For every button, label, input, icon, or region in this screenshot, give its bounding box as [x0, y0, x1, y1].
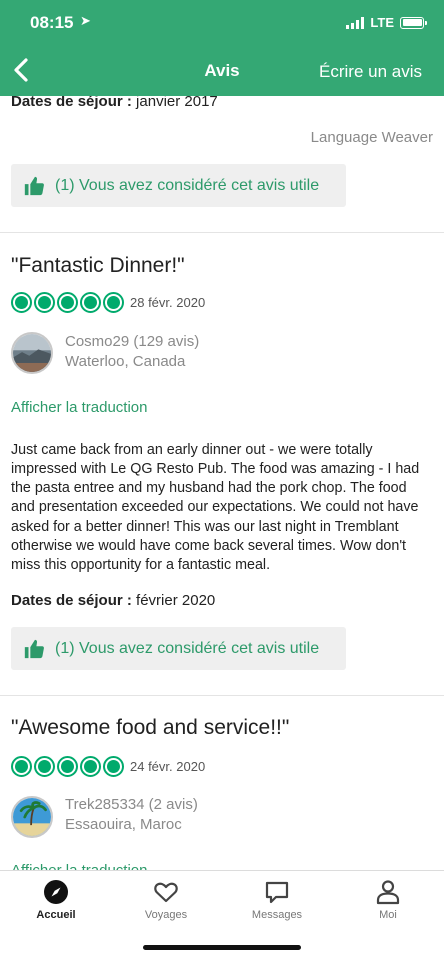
tab-accueil[interactable]: Accueil: [6, 879, 106, 921]
tab-label: Moi: [379, 909, 397, 921]
reviews-list[interactable]: Dates de séjour : janvier 2017 Language …: [0, 96, 444, 870]
divider: [0, 232, 444, 233]
avatar-photo: [13, 334, 51, 372]
review-date: 24 févr. 2020: [130, 759, 206, 774]
helpful-button[interactable]: (1) Vous avez considéré cet avis utile: [11, 164, 346, 207]
reviewer-name[interactable]: Cosmo29 (129 avis): [65, 333, 199, 350]
rating-bubble-icon: [80, 292, 101, 313]
thumbs-up-icon: [24, 639, 44, 658]
compass-icon: [44, 880, 68, 904]
status-indicators: LTE: [346, 15, 427, 30]
rating-bubble-icon: [103, 292, 124, 313]
thumbs-up-icon: [24, 176, 44, 195]
tab-label: Voyages: [144, 909, 188, 921]
reviewer-name[interactable]: Trek285334 (2 avis): [65, 796, 198, 813]
top-bar: 08:15 ➤ LTE Avis Écrire un avis: [0, 0, 444, 96]
battery-icon: [400, 16, 427, 29]
rating-bubble-icon: [57, 292, 78, 313]
rating-bubble-icon: [34, 756, 55, 777]
review-title[interactable]: "Awesome food and service!!": [11, 716, 289, 740]
location-arrow-icon: ➤: [80, 13, 91, 28]
network-label: LTE: [370, 15, 394, 30]
avatar-photo: [13, 798, 51, 836]
review-title[interactable]: "Fantastic Dinner!": [11, 254, 185, 278]
rating-bubbles: 28 févr. 2020: [11, 292, 205, 313]
stay-dates: Dates de séjour : janvier 2017: [11, 96, 218, 110]
person-icon: [376, 880, 400, 905]
reviewer-location: Essaouira, Maroc: [65, 816, 182, 833]
back-chevron-icon[interactable]: [10, 56, 34, 84]
status-time: 08:15: [30, 13, 74, 32]
show-translation-link[interactable]: Afficher la traduction: [11, 399, 147, 416]
tab-voyages[interactable]: Voyages: [116, 879, 216, 921]
show-translation-link[interactable]: Afficher la traduction: [11, 862, 147, 870]
rating-bubble-icon: [57, 756, 78, 777]
reviewer-location: Waterloo, Canada: [65, 353, 186, 370]
rating-bubble-icon: [11, 292, 32, 313]
home-indicator[interactable]: [143, 945, 301, 950]
helpful-label: (1) Vous avez considéré cet avis utile: [55, 639, 320, 657]
signal-icon: [346, 16, 365, 29]
translator-credit: Language Weaver: [310, 129, 433, 146]
message-icon: [265, 881, 289, 904]
tab-messages[interactable]: Messages: [227, 879, 327, 921]
stay-dates-label: Dates de séjour :: [11, 592, 132, 609]
tab-label: Accueil: [36, 909, 76, 921]
rating-bubble-icon: [80, 756, 101, 777]
rating-bubble-icon: [11, 756, 32, 777]
heart-icon: [154, 882, 178, 903]
stay-dates-value: janvier 2017: [136, 96, 218, 110]
stay-dates: Dates de séjour : février 2020: [11, 592, 215, 609]
helpful-button[interactable]: (1) Vous avez considéré cet avis utile: [11, 627, 346, 670]
avatar[interactable]: [11, 332, 53, 374]
stay-dates-label: Dates de séjour :: [11, 96, 132, 110]
rating-bubble-icon: [103, 756, 124, 777]
helpful-label: (1) Vous avez considéré cet avis utile: [55, 176, 320, 194]
stay-dates-value: février 2020: [136, 592, 216, 609]
rating-bubbles: 24 févr. 2020: [11, 756, 205, 777]
tab-moi[interactable]: Moi: [338, 879, 438, 921]
review-date: 28 févr. 2020: [130, 295, 206, 310]
tab-label: Messages: [251, 909, 303, 921]
rating-bubble-icon: [34, 292, 55, 313]
write-review-button[interactable]: Écrire un avis: [319, 62, 422, 82]
divider: [0, 695, 444, 696]
review-text: Just came back from an early dinner out …: [11, 442, 420, 573]
avatar[interactable]: [11, 796, 53, 838]
